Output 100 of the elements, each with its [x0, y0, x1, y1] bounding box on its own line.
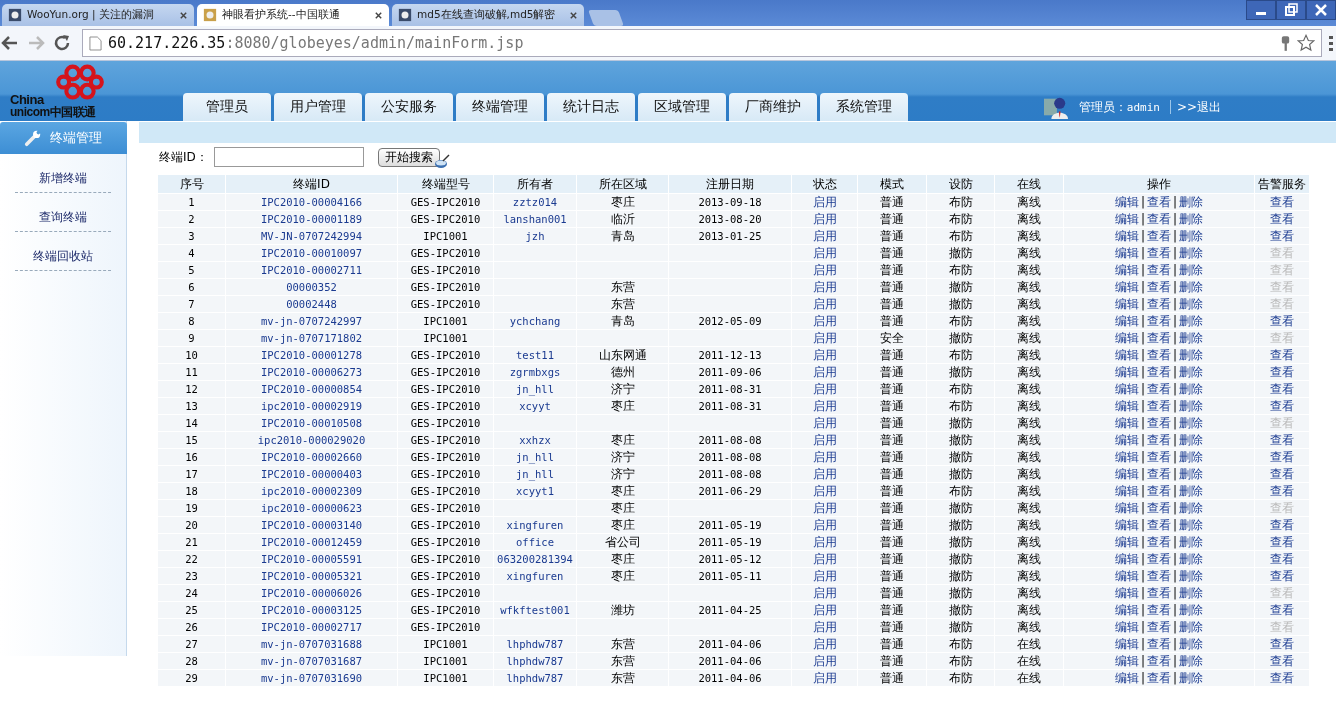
sidebar-item[interactable]: 终端回收站	[15, 232, 111, 271]
owner-link[interactable]: jzh	[525, 229, 545, 242]
action-link[interactable]: 编辑	[1114, 653, 1139, 668]
action-link[interactable]: 编辑	[1114, 296, 1139, 311]
action-link[interactable]: 删除	[1179, 449, 1204, 464]
action-link[interactable]: 查看	[1147, 347, 1171, 362]
action-link[interactable]: 删除	[1179, 262, 1204, 277]
action-link[interactable]: 删除	[1179, 534, 1204, 549]
nav-tab[interactable]: 公安服务	[365, 93, 453, 121]
action-link[interactable]: 查看	[1147, 279, 1171, 294]
action-link[interactable]: 编辑	[1114, 279, 1139, 294]
action-link[interactable]: 查看	[1147, 415, 1171, 430]
bookmark-star-icon[interactable]	[1297, 34, 1315, 52]
action-link[interactable]: 查看	[1147, 381, 1171, 396]
action-link[interactable]: 查看	[1147, 551, 1171, 566]
action-link[interactable]: 编辑	[1114, 636, 1139, 651]
action-link[interactable]: 删除	[1179, 636, 1204, 651]
nav-tab[interactable]: 用户管理	[274, 93, 362, 121]
nav-tab[interactable]: 系统管理	[820, 93, 908, 121]
logout-link[interactable]: >>退出	[1176, 98, 1221, 116]
action-link[interactable]: 删除	[1179, 415, 1204, 430]
action-link[interactable]: 编辑	[1114, 211, 1139, 226]
action-link[interactable]: 编辑	[1114, 228, 1139, 243]
action-link[interactable]: 查看	[1147, 398, 1171, 413]
close-icon[interactable]	[374, 10, 383, 20]
close-icon[interactable]	[569, 10, 578, 20]
action-link[interactable]: 查看	[1147, 245, 1171, 260]
action-link[interactable]: 编辑	[1114, 449, 1139, 464]
browser-tab[interactable]: 神眼看护系统--中国联通	[197, 4, 389, 26]
key-icon[interactable]	[1280, 34, 1291, 52]
action-link[interactable]: 查看	[1147, 483, 1171, 498]
action-link[interactable]: 编辑	[1114, 568, 1139, 583]
browser-tab[interactable]: md5在线查询破解,md5解密	[392, 4, 584, 26]
action-link[interactable]: 删除	[1179, 619, 1204, 634]
minimize-icon[interactable]	[1246, 0, 1276, 20]
search-button[interactable]: 开始搜索	[377, 147, 440, 167]
action-link[interactable]: 编辑	[1114, 330, 1139, 345]
action-link[interactable]: 删除	[1179, 279, 1204, 294]
nav-tab[interactable]: 区域管理	[638, 93, 726, 121]
menu-icon[interactable]	[1328, 34, 1334, 52]
reload-icon[interactable]	[52, 33, 72, 53]
nav-tab[interactable]: 厂商维护	[729, 93, 817, 121]
action-link[interactable]: 查看	[1147, 194, 1171, 209]
action-link[interactable]: 查看	[1147, 636, 1171, 651]
action-link[interactable]: 删除	[1179, 653, 1204, 668]
action-link[interactable]: 删除	[1179, 364, 1204, 379]
action-link[interactable]: 删除	[1179, 670, 1204, 685]
address-bar[interactable]: 60.217.226.35:8080/globeyes/admin/mainForm.jsp	[82, 29, 1322, 57]
action-link[interactable]: 删除	[1179, 245, 1204, 260]
action-link[interactable]: 查看	[1147, 517, 1171, 532]
action-link[interactable]: 查看	[1147, 602, 1171, 617]
action-link[interactable]: 编辑	[1114, 534, 1139, 549]
action-link[interactable]: 删除	[1179, 466, 1204, 481]
action-link[interactable]: 编辑	[1114, 262, 1139, 277]
action-link[interactable]: 删除	[1179, 381, 1204, 396]
action-link[interactable]: 编辑	[1114, 551, 1139, 566]
browser-tab[interactable]: WooYun.org | 关注的漏洞	[2, 4, 194, 26]
action-link[interactable]: 编辑	[1114, 619, 1139, 634]
terminal-id-field[interactable]	[213, 147, 364, 167]
action-link[interactable]: 删除	[1179, 551, 1204, 566]
action-link[interactable]: 查看	[1147, 534, 1171, 549]
action-link[interactable]: 删除	[1179, 296, 1204, 311]
action-link[interactable]: 查看	[1147, 670, 1171, 685]
action-link[interactable]: 查看	[1147, 619, 1171, 634]
restore-icon[interactable]	[1276, 0, 1306, 20]
action-link[interactable]: 编辑	[1114, 517, 1139, 532]
nav-tab[interactable]: 终端管理	[456, 93, 544, 121]
action-link[interactable]: 删除	[1179, 602, 1204, 617]
action-link[interactable]: 删除	[1179, 347, 1204, 362]
action-link[interactable]: 删除	[1179, 330, 1204, 345]
action-link[interactable]: 删除	[1179, 211, 1204, 226]
action-link[interactable]: 删除	[1179, 432, 1204, 447]
action-link[interactable]: 查看	[1147, 568, 1171, 583]
action-link[interactable]: 查看	[1147, 296, 1171, 311]
nav-tab[interactable]: 管理员	[183, 93, 271, 121]
action-link[interactable]: 编辑	[1114, 245, 1139, 260]
action-link[interactable]: 编辑	[1114, 415, 1139, 430]
action-link[interactable]: 删除	[1179, 585, 1204, 600]
action-link[interactable]: 查看	[1147, 228, 1171, 243]
action-link[interactable]: 编辑	[1114, 398, 1139, 413]
action-link[interactable]: 编辑	[1114, 483, 1139, 498]
action-link[interactable]: 查看	[1147, 585, 1171, 600]
action-link[interactable]: 查看	[1147, 466, 1171, 481]
action-link[interactable]: 查看	[1147, 364, 1171, 379]
action-link[interactable]: 删除	[1179, 194, 1204, 209]
action-link[interactable]: 删除	[1179, 398, 1204, 413]
action-link[interactable]: 查看	[1147, 313, 1171, 328]
action-link[interactable]: 删除	[1179, 568, 1204, 583]
action-link[interactable]: 查看	[1147, 653, 1171, 668]
action-link[interactable]: 查看	[1147, 500, 1171, 515]
action-link[interactable]: 查看	[1147, 449, 1171, 464]
sidebar-item[interactable]: 新增终端	[15, 154, 111, 193]
nav-tab[interactable]: 统计日志	[547, 93, 635, 121]
action-link[interactable]: 编辑	[1114, 194, 1139, 209]
action-link[interactable]: 删除	[1179, 313, 1204, 328]
action-link[interactable]: 编辑	[1114, 466, 1139, 481]
action-link[interactable]: 编辑	[1114, 602, 1139, 617]
action-link[interactable]: 查看	[1147, 432, 1171, 447]
action-link[interactable]: 查看	[1147, 330, 1171, 345]
action-link[interactable]: 编辑	[1114, 432, 1139, 447]
